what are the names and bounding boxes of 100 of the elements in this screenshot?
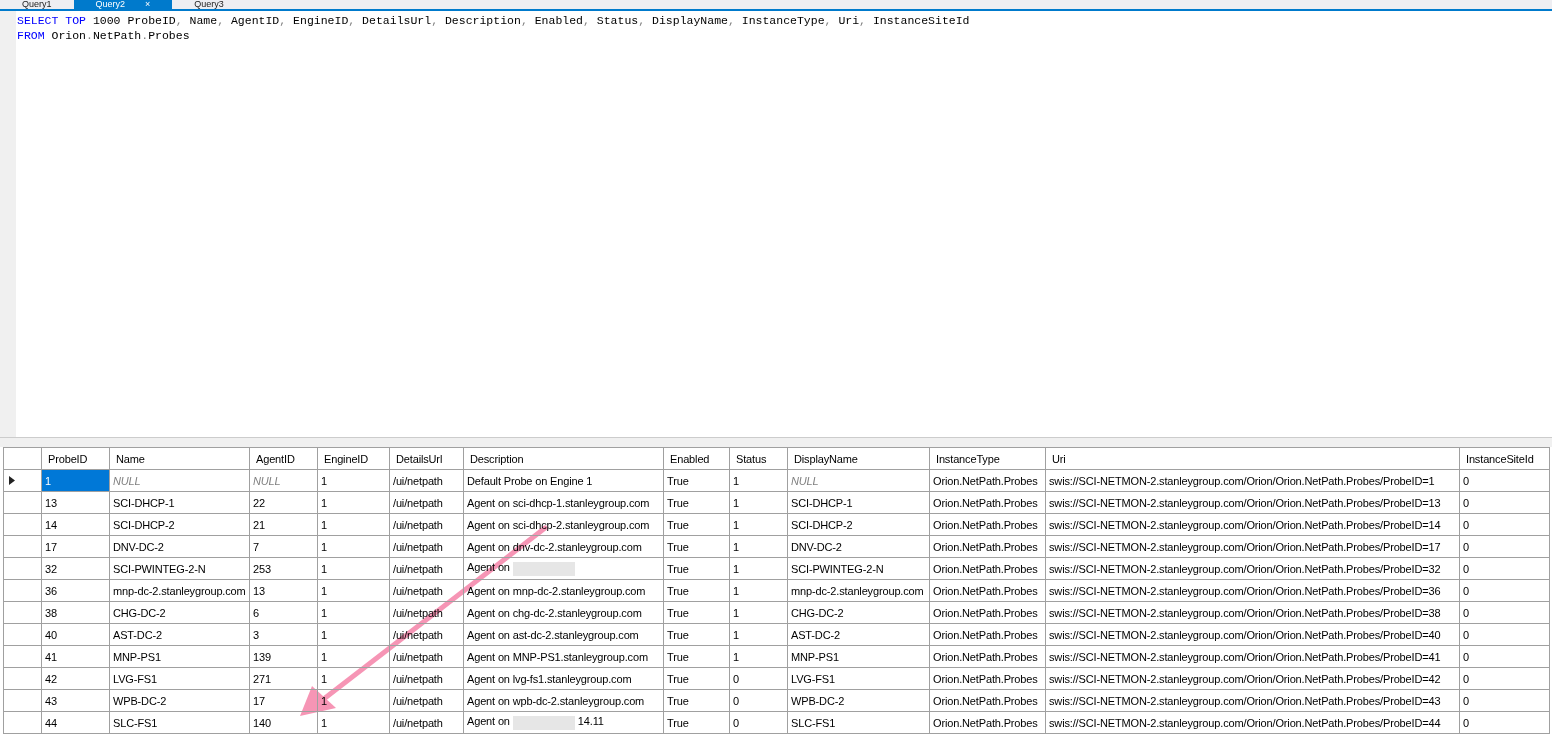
column-header[interactable]: Description [463,447,664,470]
table-cell: Agent on lvg-fs1.stanleygroup.com [463,667,664,690]
table-cell: /ui/netpath [389,469,464,492]
table-cell: 0 [729,667,788,690]
table-cell: 21 [249,513,318,536]
table-cell: 1 [317,645,390,668]
query-tab[interactable]: Query2 × [73,0,173,9]
table-cell: 1 [317,491,390,514]
table-cell: swis://SCI-NETMON-2.stanleygroup.com/Orion/Orion.NetPath.Probes/ProbeID=43 [1045,689,1460,712]
table-cell: /ui/netpath [389,491,464,514]
table-cell: Default Probe on Engine 1 [463,469,664,492]
table-cell: True [663,645,730,668]
table-cell: Orion.NetPath.Probes [929,623,1046,646]
table-cell: 0 [729,689,788,712]
redaction-blur [512,715,575,730]
column-header[interactable]: InstanceSiteId [1459,447,1550,470]
table-cell: True [663,469,730,492]
table-cell: swis://SCI-NETMON-2.stanleygroup.com/Orion/Orion.NetPath.Probes/ProbeID=42 [1045,667,1460,690]
column-header[interactable]: AgentID [249,447,318,470]
table-cell: 1 [729,623,788,646]
column-header[interactable]: DetailsUrl [389,447,464,470]
table-cell: 1 [317,667,390,690]
table-cell: /ui/netpath [389,535,464,558]
column-header[interactable]: Uri [1045,447,1460,470]
table-cell: 0 [1459,579,1550,602]
table-cell: 13 [249,579,318,602]
row-header[interactable] [3,469,42,492]
table-cell: LVG-FS1 [787,667,930,690]
table-cell: Agent on MNP-PS1.stanleygroup.com [463,645,664,668]
table-cell: NULL [249,469,318,492]
column-header[interactable]: Name [109,447,250,470]
column-header[interactable]: InstanceType [929,447,1046,470]
table-cell: 14 [41,513,110,536]
table-cell: 0 [1459,469,1550,492]
close-icon[interactable]: × [145,0,151,9]
table-cell: 1 [317,535,390,558]
table-cell: LVG-FS1 [109,667,250,690]
column-header[interactable]: ProbeID [41,447,110,470]
table-cell: True [663,557,730,580]
table-cell: Agent on sci-dhcp-1.stanleygroup.com [463,491,664,514]
table-cell: 1 [729,535,788,558]
table-cell: AST-DC-2 [787,623,930,646]
table-cell: 0 [1459,667,1550,690]
table-cell: Agent on chg-dc-2.stanleygroup.com [463,601,664,624]
table-cell: Orion.NetPath.Probes [929,667,1046,690]
table-cell: /ui/netpath [389,623,464,646]
table-cell: mnp-dc-2.stanleygroup.com [109,579,250,602]
table-cell: mnp-dc-2.stanleygroup.com [787,579,930,602]
table-cell: 22 [249,491,318,514]
table-cell: Orion.NetPath.Probes [929,711,1046,734]
table-cell: 1 [317,711,390,734]
row-pointer-icon [9,475,15,485]
table-cell: 271 [249,667,318,690]
table-cell: Agent on dnv-dc-2.stanleygroup.com [463,535,664,558]
code-line: FROM Orion.NetPath.Probes [17,28,191,43]
table-cell: AST-DC-2 [109,623,250,646]
table-cell: MNP-PS1 [109,645,250,668]
table-cell: swis://SCI-NETMON-2.stanleygroup.com/Orion/Orion.NetPath.Probes/ProbeID=1 [1045,469,1460,492]
table-cell: SCI-DHCP-2 [109,513,250,536]
column-header[interactable]: Status [729,447,788,470]
table-cell: 17 [249,689,318,712]
table-cell: 1 [317,513,390,536]
table-cell: True [663,689,730,712]
table-cell: /ui/netpath [389,601,464,624]
table-cell: Agent on sci-dhcp-2.stanleygroup.com [463,513,664,536]
table-cell: True [663,491,730,514]
column-header[interactable]: Enabled [663,447,730,470]
table-cell: 0 [1459,623,1550,646]
table-cell: SCI-DHCP-1 [109,491,250,514]
table-cell: Agent on wpb-dc-2.stanleygroup.com [463,689,664,712]
table-cell: /ui/netpath [389,645,464,668]
table-cell: 6 [249,601,318,624]
query-tab[interactable]: Query1 [0,0,74,9]
table-cell: /ui/netpath [389,513,464,536]
table-cell: /ui/netpath [389,711,464,734]
table-cell: swis://SCI-NETMON-2.stanleygroup.com/Orion/Orion.NetPath.Probes/ProbeID=36 [1045,579,1460,602]
table-cell: 139 [249,645,318,668]
table-cell: swis://SCI-NETMON-2.stanleygroup.com/Orion/Orion.NetPath.Probes/ProbeID=17 [1045,535,1460,558]
table-cell: Orion.NetPath.Probes [929,557,1046,580]
table-cell: 1 [729,601,788,624]
table-cell: NULL [109,469,250,492]
table-cell: Orion.NetPath.Probes [929,689,1046,712]
table-cell: True [663,623,730,646]
table-cell: /ui/netpath [389,667,464,690]
table-cell: SCI-PWINTEG-2-N [109,557,250,580]
table-cell: 7 [249,535,318,558]
table-cell: 1 [317,469,390,492]
query-tab[interactable]: Query3 [172,0,246,9]
code-line: SELECT TOP 1000 ProbeID, Name, AgentID, EngineID, DetailsUrl, Description, Enabled, Status, DisplayName, InstanceType, Uri, InstanceSiteId [17,13,970,28]
table-cell: swis://SCI-NETMON-2.stanleygroup.com/Orion/Orion.NetPath.Probes/ProbeID=44 [1045,711,1460,734]
redaction-blur [512,561,575,576]
table-cell: SLC-FS1 [109,711,250,734]
table-cell: True [663,601,730,624]
table-cell: Orion.NetPath.Probes [929,469,1046,492]
column-header[interactable]: DisplayName [787,447,930,470]
column-header[interactable]: EngineID [317,447,390,470]
table-cell: 42 [41,667,110,690]
table-cell: 0 [1459,557,1550,580]
table-cell: 0 [729,711,788,734]
table-cell: 40 [41,623,110,646]
